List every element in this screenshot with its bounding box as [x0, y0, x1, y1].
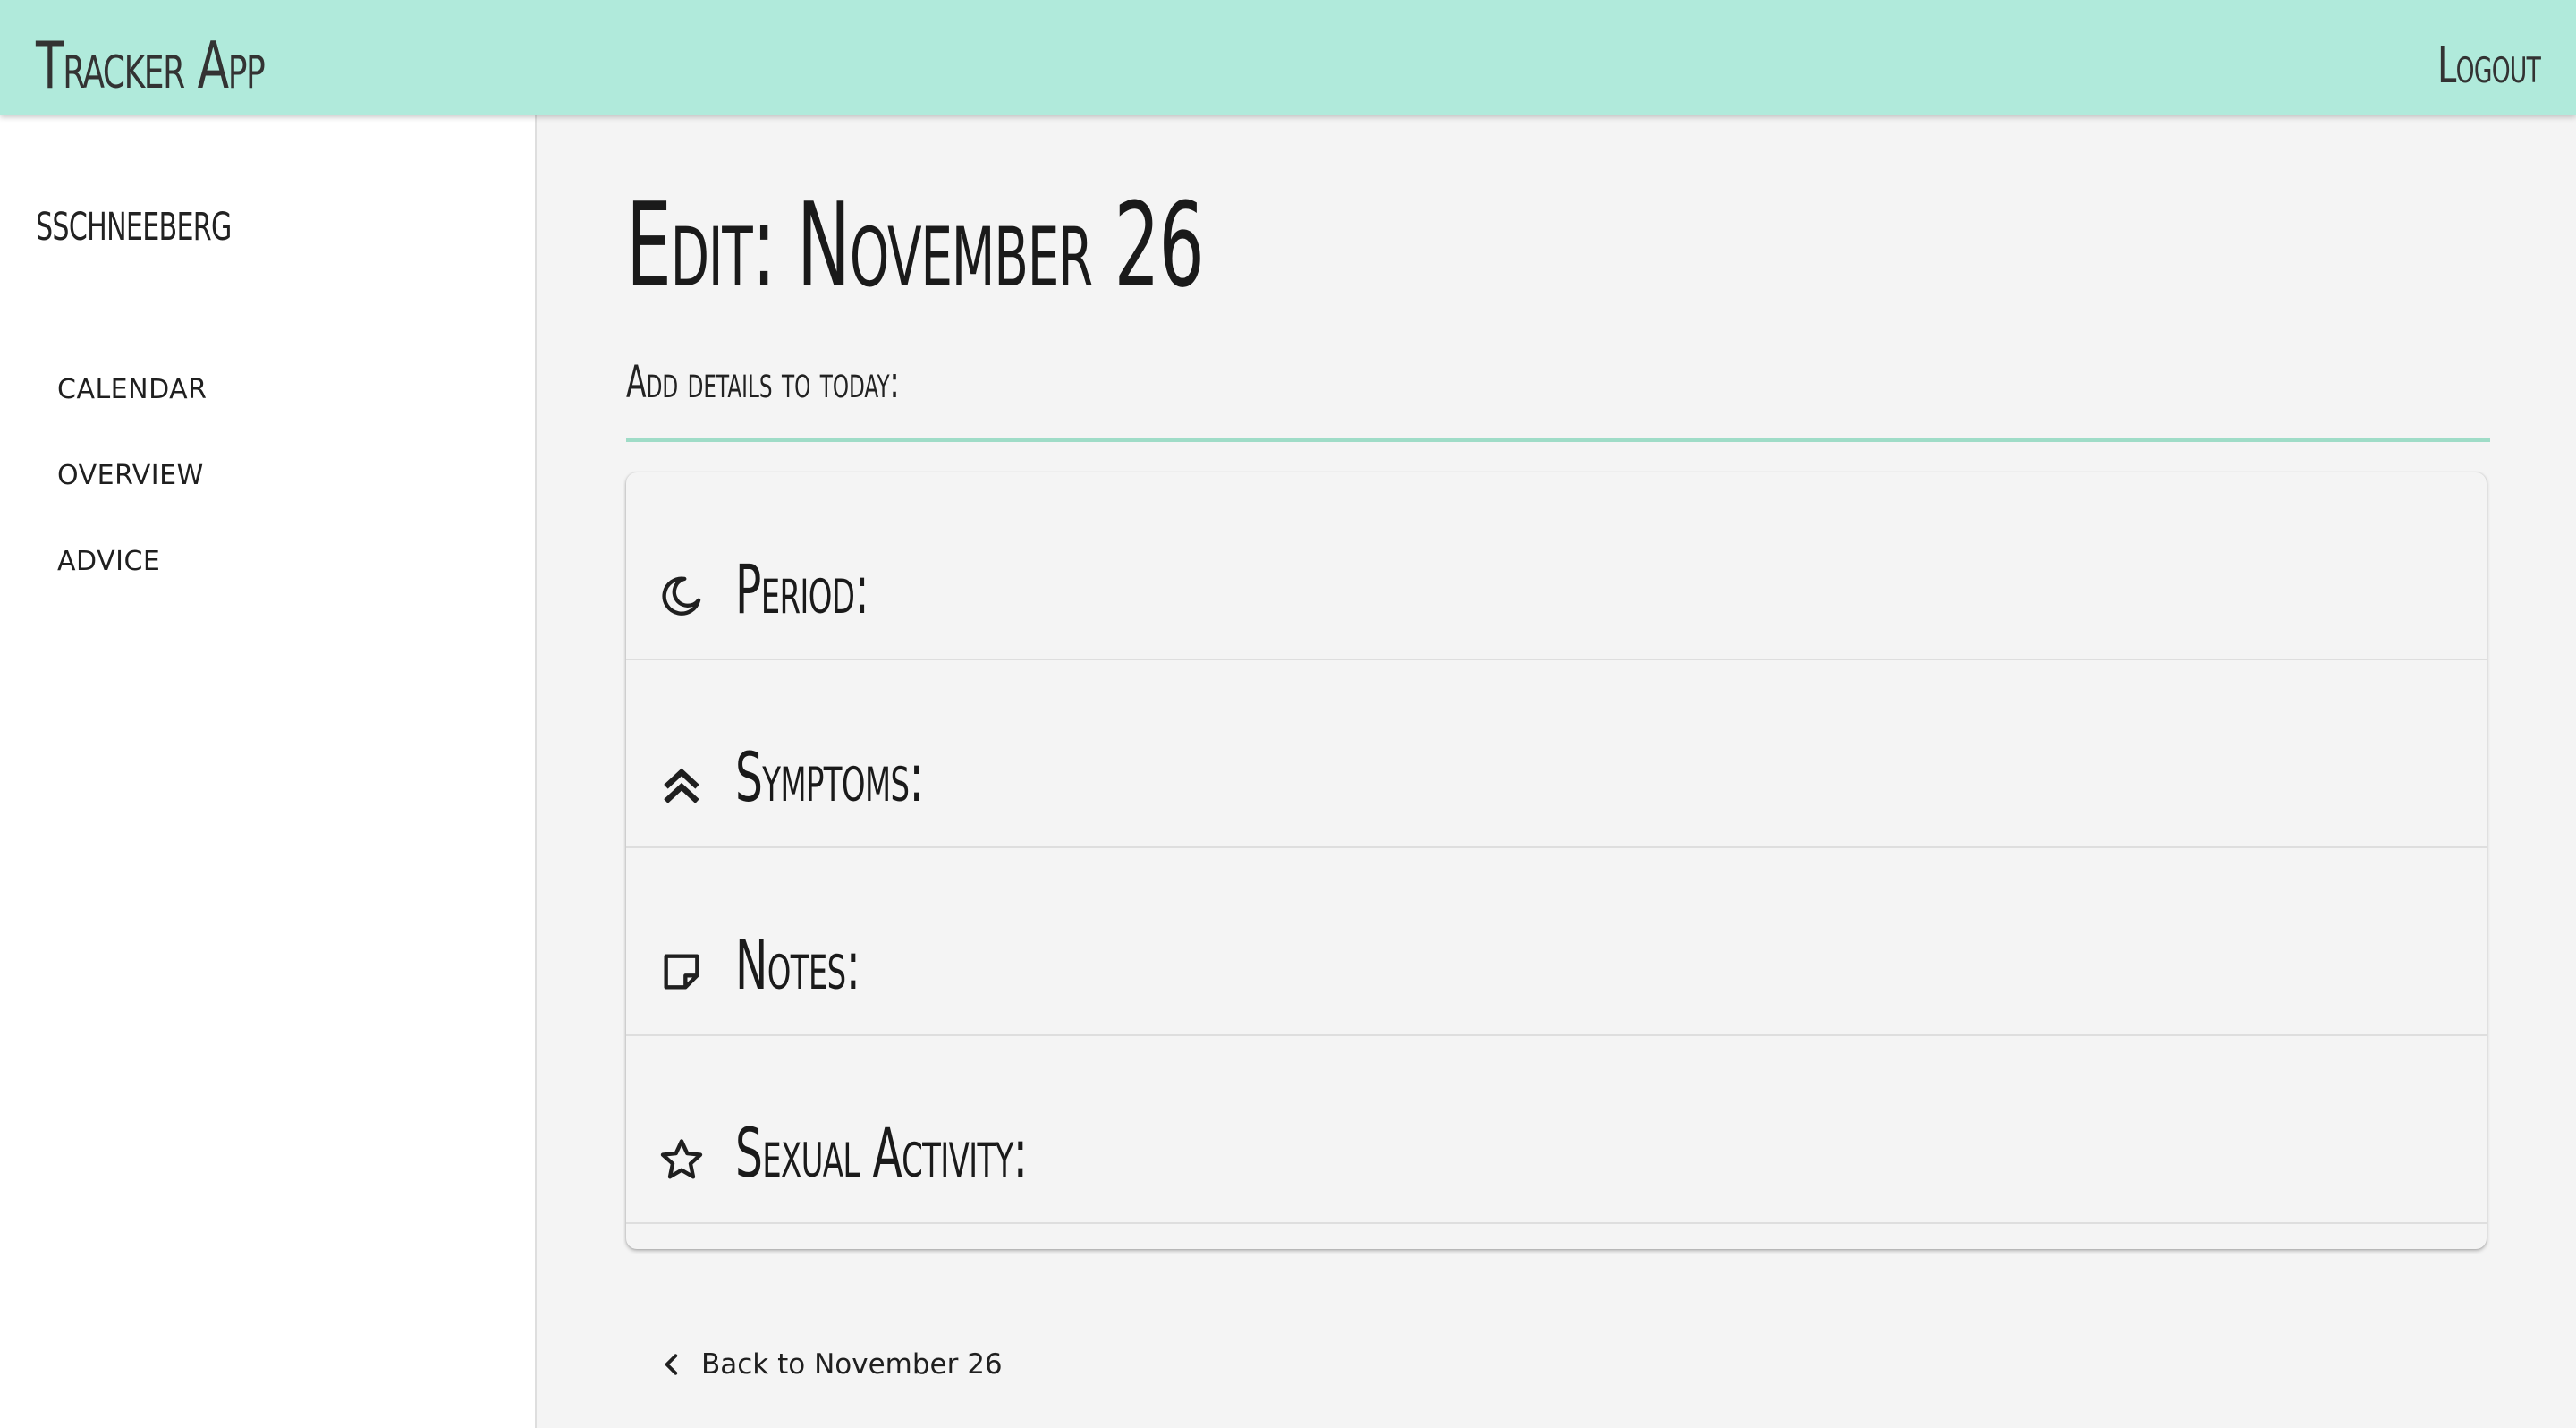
- sidebar-username: sschneeberg: [36, 188, 232, 253]
- moon-icon: [662, 576, 701, 616]
- page-subtitle: Add details to today:: [626, 356, 900, 408]
- detail-row-sexual-activity[interactable]: Sexual Activity:: [626, 1036, 2487, 1224]
- double-chevron-up-icon: [664, 768, 699, 803]
- details-list-card: Period: Symptoms: Notes: Sexual Activity…: [626, 472, 2487, 1249]
- sidebar: sschneeberg CALENDAR OVERVIEW ADVICE: [0, 115, 537, 1428]
- page-title: Edit: November 26: [626, 177, 1205, 313]
- detail-row-notes[interactable]: Notes:: [626, 848, 2487, 1036]
- main-content: Edit: November 26 Add details to today: …: [537, 115, 2576, 1428]
- detail-label-sexual-activity: Sexual Activity:: [735, 1113, 1028, 1193]
- back-to-day-link[interactable]: Back to November 26: [660, 1342, 1003, 1387]
- chevron-left-icon: [665, 1354, 678, 1375]
- sidebar-item-overview[interactable]: OVERVIEW: [0, 433, 535, 519]
- detail-row-period[interactable]: Period:: [626, 472, 2487, 660]
- detail-label-symptoms: Symptoms:: [735, 737, 924, 817]
- sidebar-item-advice[interactable]: ADVICE: [0, 519, 535, 605]
- back-link-label: Back to November 26: [701, 1348, 1003, 1381]
- detail-label-period: Period:: [735, 549, 869, 629]
- star-icon: [660, 1139, 703, 1179]
- top-app-bar: Tracker App Logout: [0, 0, 2576, 115]
- logout-link[interactable]: Logout: [2437, 0, 2541, 115]
- detail-label-notes: Notes:: [735, 925, 860, 1005]
- app-title[interactable]: Tracker App: [36, 0, 266, 115]
- sidebar-item-calendar[interactable]: CALENDAR: [0, 347, 535, 433]
- detail-row-symptoms[interactable]: Symptoms:: [626, 660, 2487, 848]
- sticky-note-icon: [664, 954, 699, 990]
- subtitle-divider: [626, 438, 2490, 442]
- sidebar-nav: CALENDAR OVERVIEW ADVICE: [0, 347, 535, 605]
